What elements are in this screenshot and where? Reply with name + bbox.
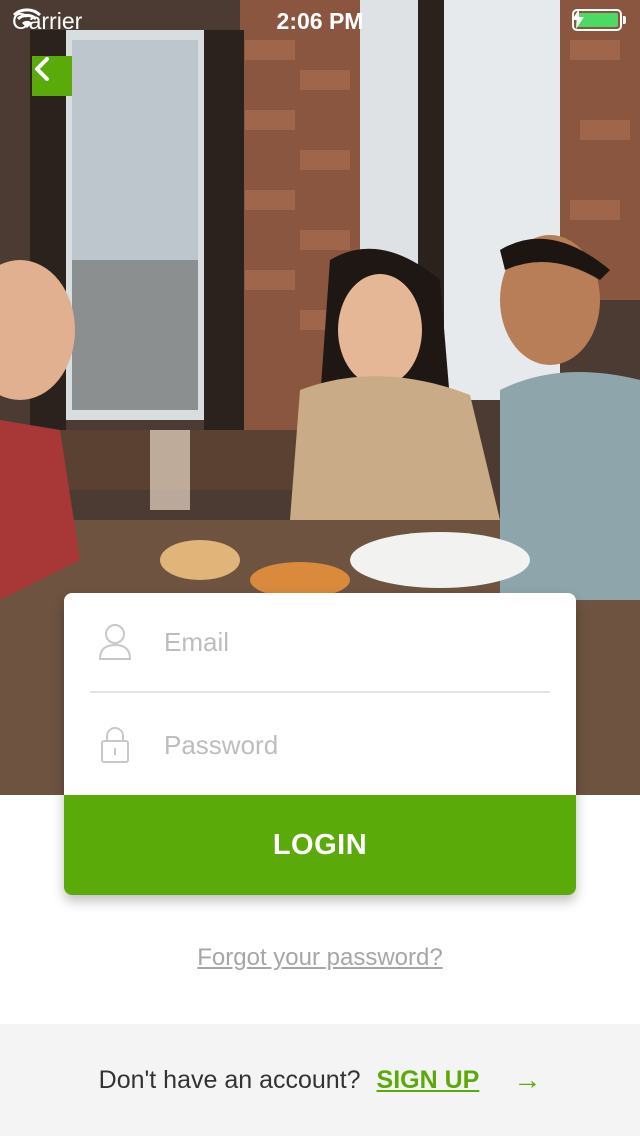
status-time: 2:06 PM (276, 8, 364, 34)
login-button[interactable]: LOGIN (64, 795, 576, 895)
password-input[interactable] (164, 729, 524, 761)
signup-prompt: Don't have an account? (98, 1065, 361, 1094)
signup-link[interactable]: SIGN UP (377, 1066, 480, 1095)
status-bar: Carrier 2:06 PM (0, 0, 640, 40)
email-field-row (90, 593, 550, 693)
forgot-password-link[interactable]: Forgot your password? (0, 944, 640, 972)
email-input[interactable] (164, 626, 524, 658)
login-card: LOGIN (64, 593, 576, 895)
arrow-right-icon[interactable]: → (513, 1064, 541, 1096)
signup-footer: Don't have an account? SIGN UP → (0, 1024, 640, 1136)
password-field-row (90, 695, 550, 795)
status-right-group (572, 9, 628, 31)
back-button[interactable] (32, 56, 72, 96)
user-icon (90, 623, 140, 661)
lock-icon (90, 726, 140, 764)
